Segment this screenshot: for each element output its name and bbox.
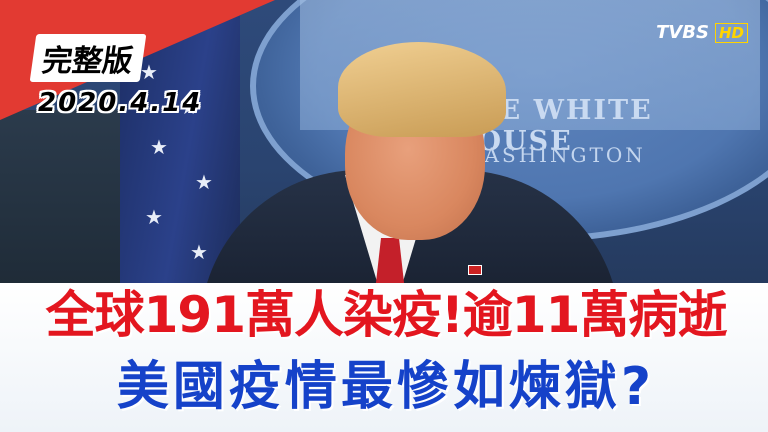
video-thumbnail: THE WHITE HOUSE WASHINGTON ★ ★ ★ ★ ★ ★ 完… <box>0 0 768 432</box>
headline-line-1: 全球191萬人染疫!逾11萬病逝 <box>45 286 728 344</box>
seal-subtext: WASHINGTON <box>462 143 646 167</box>
star-icon: ★ <box>145 205 163 229</box>
background-left <box>0 110 140 300</box>
tvbs-logo-text: TVBS <box>656 22 709 43</box>
hd-badge: HD <box>714 22 748 43</box>
date-label: 2020.4.14 <box>38 88 203 118</box>
star-icon: ★ <box>150 135 168 159</box>
full-version-badge: 完整版 <box>29 34 147 82</box>
flag-pin-icon <box>468 265 482 275</box>
headline-line-2: 美國疫情最慘如煉獄? <box>116 357 656 417</box>
star-icon: ★ <box>190 240 208 264</box>
speaker-hair <box>338 42 506 137</box>
broadcaster-logo: TVBS HD <box>656 22 748 43</box>
star-icon: ★ <box>195 170 213 194</box>
